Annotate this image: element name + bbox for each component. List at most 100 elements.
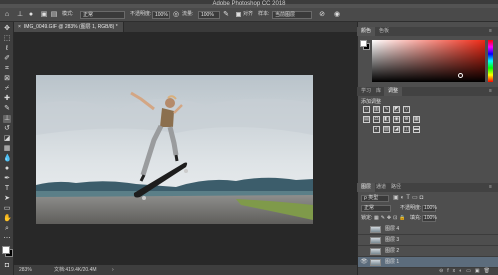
opacity-field[interactable]: 100% (152, 11, 170, 19)
gradient-map-icon[interactable]: ▬ (413, 126, 420, 133)
align-checkbox[interactable] (236, 12, 241, 17)
quick-select-icon[interactable]: ✐ (3, 55, 11, 63)
pressure-size-icon[interactable]: ◉ (333, 11, 341, 19)
layer-thumbnail (370, 237, 381, 244)
clone-source-icon[interactable]: ▤ (50, 11, 58, 19)
brush-settings-icon[interactable]: ▣ (40, 11, 48, 19)
vibrance-icon[interactable]: ▽ (403, 106, 410, 113)
clone-stamp-icon[interactable]: ⊥ (16, 11, 24, 19)
add-adjustment-label: 添加调整 (361, 99, 382, 105)
layer-kind-filter[interactable]: ρ 类型 (361, 195, 389, 202)
mode-select[interactable]: 正常 (80, 11, 125, 19)
curves-icon[interactable]: ∿ (383, 106, 390, 113)
invert-icon[interactable]: ◐ (373, 126, 380, 133)
rectangle-icon[interactable]: ▭ (3, 205, 11, 213)
zoom-icon[interactable]: ⌕ (3, 225, 11, 233)
eye-icon[interactable]: 👁 (360, 257, 368, 268)
document-tab[interactable]: × IMG_0049.GIF @ 283% (图层 1, RGB/8) * (14, 22, 124, 32)
foreground-color-swatch[interactable] (2, 246, 10, 254)
type-icon[interactable]: T (3, 185, 11, 193)
document-info[interactable]: 文档:419.4K/20.4M (54, 265, 97, 275)
more-icon[interactable]: ⋯ (3, 235, 11, 243)
dodge-icon[interactable]: ● (3, 165, 11, 173)
brightness-icon[interactable]: ☼ (363, 106, 370, 113)
black-white-icon[interactable]: ◧ (383, 116, 390, 123)
blur-icon[interactable]: 💧 (3, 155, 12, 163)
lasso-icon[interactable]: ℓ (3, 45, 11, 53)
color-picker-field[interactable] (372, 40, 485, 82)
layer-thumbnail (370, 226, 381, 233)
layers-panel-tabs: 图层 通道 路径 ≡ (357, 183, 498, 192)
panel-foreground-swatch[interactable] (360, 40, 367, 47)
panel-menu-icon[interactable]: ≡ (485, 27, 496, 36)
marquee-icon[interactable]: ⬚ (3, 35, 11, 43)
layer-name: 图层 4 (385, 226, 400, 232)
layers-footer-icons[interactable]: ⊖fx◐▭▣🗑 (358, 268, 498, 275)
document-tab-close-icon[interactable]: × (18, 24, 21, 30)
color-lookup-icon[interactable]: ▦ (413, 116, 420, 123)
layer-name: 图层 2 (385, 248, 400, 254)
threshold-icon[interactable]: ◪ (393, 126, 400, 133)
opacity-label: 不透明度: (130, 11, 152, 17)
layer-row[interactable]: 图层 2 (358, 246, 498, 257)
canvas-image[interactable] (36, 75, 313, 224)
fill-label: 填充: (410, 215, 422, 221)
lock-icons[interactable]: ▦✎✥⊡🔒 (374, 215, 408, 222)
tab-paths[interactable]: 路径 (387, 183, 405, 192)
quick-mask-icon[interactable]: ◘ (3, 262, 11, 270)
color-picker-cursor[interactable] (458, 73, 463, 78)
frame-icon[interactable]: ⊠ (3, 75, 11, 83)
selective-color-icon[interactable]: ◫ (403, 126, 410, 133)
fill-field[interactable]: 100% (422, 215, 437, 222)
brush-preset-icon[interactable]: ● (27, 11, 35, 19)
exposure-icon[interactable]: ◩ (393, 106, 400, 113)
layer-opacity-field[interactable]: 100% (422, 205, 437, 212)
app-title: Adobe Photoshop CC 2018 (212, 1, 286, 7)
tab-color[interactable]: 颜色 (357, 27, 376, 36)
path-select-icon[interactable]: ➤ (3, 195, 11, 203)
levels-icon[interactable]: ▥ (373, 106, 380, 113)
options-bar: ⌂ ⊥ ● ▣ ▤ 模式: 正常 不透明度: 100% ◎ 流量: 100% ✎… (0, 8, 498, 22)
posterize-icon[interactable]: ▧ (383, 126, 390, 133)
document-tab-title: IMG_0049.GIF @ 283% (图层 1, RGB/8) * (23, 24, 118, 30)
healing-icon[interactable]: ✚ (3, 95, 11, 103)
channel-mixer-icon[interactable]: ⊕ (403, 116, 410, 123)
layer-row-selected[interactable]: 👁 图层 1 (358, 257, 498, 268)
move-icon[interactable]: ✥ (3, 25, 11, 33)
color-balance-icon[interactable]: ⚖ (373, 116, 380, 123)
tab-adjustments[interactable]: 调整 (384, 87, 403, 96)
home-icon[interactable]: ⌂ (3, 11, 11, 19)
zoom-level[interactable]: 283% (19, 265, 32, 275)
layer-name: 图层 1 (385, 259, 400, 265)
panel-menu-icon[interactable]: ≡ (485, 87, 496, 96)
status-bar: 283% 文档:419.4K/20.4M › (14, 265, 357, 275)
airbrush-icon[interactable]: ✎ (222, 11, 230, 19)
status-arrow-icon[interactable]: › (112, 265, 114, 275)
eraser-icon[interactable]: ◪ (3, 135, 11, 143)
pen-icon[interactable]: ✒ (3, 175, 11, 183)
panel-menu-icon[interactable]: ≡ (485, 183, 496, 192)
history-brush-icon[interactable]: ↺ (3, 125, 11, 133)
color-panel-tabs: 颜色 色板 ≡ (357, 27, 498, 36)
brush-icon[interactable]: ✎ (3, 105, 11, 113)
clone-stamp-icon[interactable]: ⊥ (3, 115, 11, 123)
skateboarder-photo (36, 75, 313, 224)
align-label: 对齐 (243, 11, 254, 17)
flow-field[interactable]: 100% (198, 11, 220, 19)
eyedropper-icon[interactable]: ⌿ (3, 85, 11, 93)
layer-filter-icons[interactable]: ▣◐T▭◘ (393, 195, 425, 202)
hue-slider[interactable] (488, 40, 493, 82)
pressure-opacity-icon[interactable]: ◎ (172, 11, 180, 19)
blend-mode-select[interactable]: 正常 (361, 205, 391, 212)
layer-row[interactable]: 图层 3 (358, 235, 498, 246)
layer-row[interactable]: 图层 4 (358, 224, 498, 235)
gradient-icon[interactable]: ▦ (3, 145, 11, 153)
layer-thumbnail (370, 259, 381, 266)
hand-icon[interactable]: ✋ (3, 215, 12, 223)
tab-swatches[interactable]: 色板 (375, 27, 393, 36)
ignore-adjustment-icon[interactable]: ⊘ (318, 11, 326, 19)
photo-filter-icon[interactable]: ◉ (393, 116, 400, 123)
crop-icon[interactable]: ⌗ (3, 65, 11, 73)
sample-select[interactable]: 当前图层 (272, 11, 312, 19)
hue-saturation-icon[interactable]: ▤ (363, 116, 370, 123)
